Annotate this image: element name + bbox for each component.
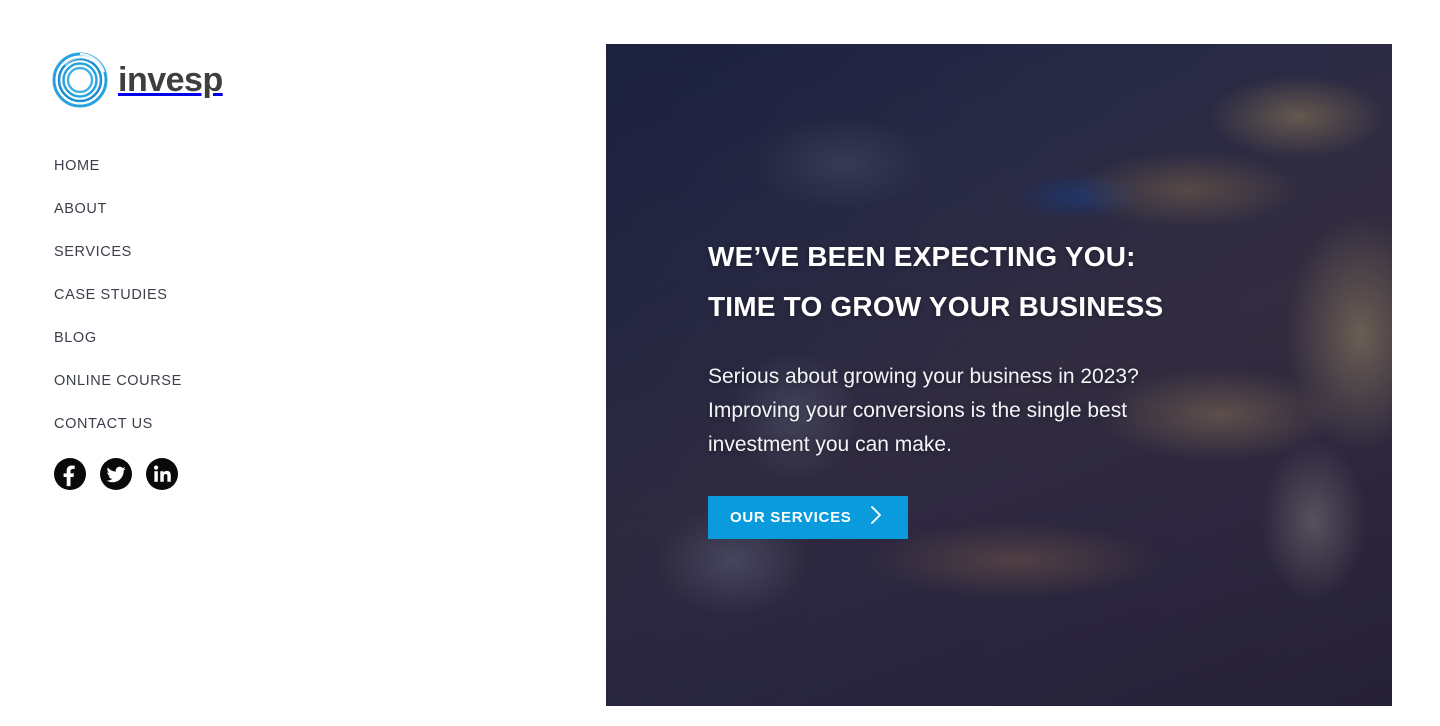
main-navigation: HOME ABOUT SERVICES CASE STUDIES BLOG ON… [54,158,244,459]
landing-page: invesp HOME ABOUT SERVICES CASE STUDIES … [0,0,1440,726]
our-services-button[interactable]: OUR SERVICES [708,496,908,539]
nav-item-home[interactable]: HOME [54,158,244,201]
social-link-facebook[interactable] [54,458,86,490]
concentric-circles-logo-icon [52,52,108,108]
brand-wordmark: invesp [118,61,223,99]
facebook-icon [63,465,75,487]
hero-title-line1: WE’VE BEEN EXPECTING YOU: [708,241,1136,272]
nav-item-case-studies[interactable]: CASE STUDIES [54,287,244,330]
social-link-linkedin[interactable] [146,458,178,490]
nav-item-blog[interactable]: BLOG [54,330,244,373]
our-services-button-label: OUR SERVICES [730,509,852,526]
nav-item-about[interactable]: ABOUT [54,201,244,244]
social-link-twitter[interactable] [100,458,132,490]
nav-item-contact-us[interactable]: CONTACT US [54,416,244,459]
sidebar: invesp HOME ABOUT SERVICES CASE STUDIES … [0,0,242,726]
twitter-icon [106,466,126,483]
social-links [54,458,178,490]
brand-logo[interactable]: invesp [52,52,223,108]
hero-paragraph: Serious about growing your business in 2… [708,365,1139,456]
nav-item-services[interactable]: SERVICES [54,244,244,287]
hero-content: WE’VE BEEN EXPECTING YOU: TIME TO GROW Y… [708,232,1268,539]
nav-item-online-course[interactable]: ONLINE COURSE [54,373,244,416]
linkedin-icon [154,465,171,482]
hero-banner: WE’VE BEEN EXPECTING YOU: TIME TO GROW Y… [606,44,1392,706]
chevron-right-icon [868,504,886,531]
hero-title-line2: TIME TO GROW YOUR BUSINESS [708,291,1164,322]
